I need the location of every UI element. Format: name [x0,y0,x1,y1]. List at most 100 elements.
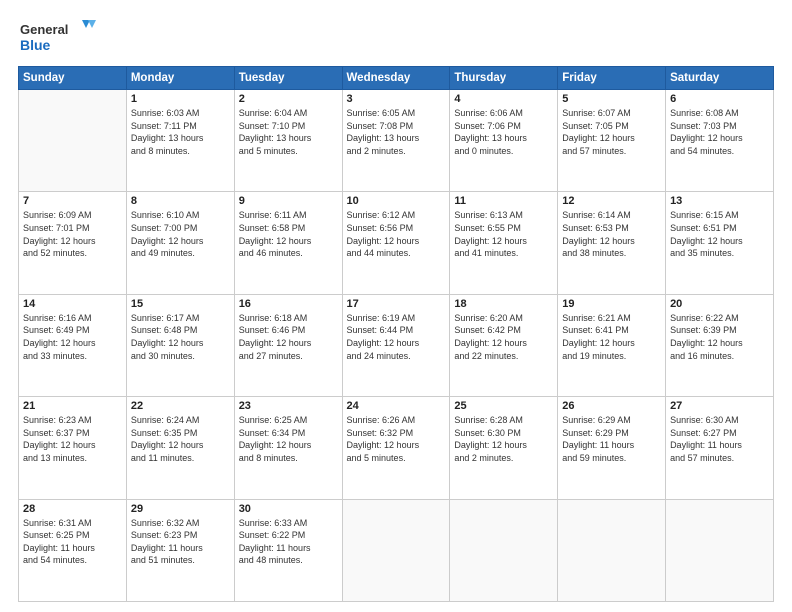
calendar-cell: 19 Sunrise: 6:21 AMSunset: 6:41 PMDayligh… [558,294,666,396]
day-number: 8 [131,195,230,207]
day-number: 6 [670,93,769,105]
day-info: Sunrise: 6:14 AMSunset: 6:53 PMDaylight:… [562,209,661,259]
day-number: 13 [670,195,769,207]
day-info: Sunrise: 6:32 AMSunset: 6:23 PMDaylight:… [131,517,230,567]
day-number: 1 [131,93,230,105]
calendar-cell [19,90,127,192]
day-info: Sunrise: 6:21 AMSunset: 6:41 PMDaylight:… [562,312,661,362]
week-row-3: 14 Sunrise: 6:16 AMSunset: 6:49 PMDayligh… [19,294,774,396]
calendar-cell: 6 Sunrise: 6:08 AMSunset: 7:03 PMDaylight… [666,90,774,192]
day-info: Sunrise: 6:19 AMSunset: 6:44 PMDaylight:… [347,312,446,362]
calendar-cell: 22Sunrise: 6:24 AMSunset: 6:35 PMDayligh… [126,397,234,499]
day-info: Sunrise: 6:06 AMSunset: 7:06 PMDaylight:… [454,107,553,157]
day-info: Sunrise: 6:03 AMSunset: 7:11 PMDaylight:… [131,107,230,157]
calendar-cell: 16 Sunrise: 6:18 AMSunset: 6:46 PMDayligh… [234,294,342,396]
day-info: Sunrise: 6:26 AMSunset: 6:32 PMDaylight:… [347,414,446,464]
day-number: 14 [23,298,122,310]
day-number: 26 [562,400,661,412]
calendar-cell [450,499,558,601]
day-info: Sunrise: 6:16 AMSunset: 6:49 PMDaylight:… [23,312,122,362]
calendar-cell: 12Sunrise: 6:14 AMSunset: 6:53 PMDayligh… [558,192,666,294]
calendar-cell: 26 Sunrise: 6:29 AMSunset: 6:29 PMDayligh… [558,397,666,499]
calendar-cell [666,499,774,601]
week-row-4: 21Sunrise: 6:23 AMSunset: 6:37 PMDayligh… [19,397,774,499]
col-header-monday: Monday [126,67,234,90]
day-number: 24 [347,400,446,412]
day-number: 11 [454,195,553,207]
calendar-cell: 27 Sunrise: 6:30 AMSunset: 6:27 PMDayligh… [666,397,774,499]
calendar-cell: 4 Sunrise: 6:06 AMSunset: 7:06 PMDaylight… [450,90,558,192]
day-number: 19 [562,298,661,310]
week-row-1: 1 Sunrise: 6:03 AMSunset: 7:11 PMDaylight… [19,90,774,192]
day-info: Sunrise: 6:23 AMSunset: 6:37 PMDaylight:… [23,414,122,464]
logo-svg: General Blue [18,18,98,58]
calendar-cell: 18 Sunrise: 6:20 AMSunset: 6:42 PMDayligh… [450,294,558,396]
day-number: 4 [454,93,553,105]
day-number: 3 [347,93,446,105]
col-header-wednesday: Wednesday [342,67,450,90]
day-number: 28 [23,503,122,515]
day-info: Sunrise: 6:20 AMSunset: 6:42 PMDaylight:… [454,312,553,362]
day-number: 10 [347,195,446,207]
page-header: General Blue [18,18,774,58]
day-info: Sunrise: 6:25 AMSunset: 6:34 PMDaylight:… [239,414,338,464]
day-info: Sunrise: 6:28 AMSunset: 6:30 PMDaylight:… [454,414,553,464]
week-row-2: 7Sunrise: 6:09 AMSunset: 7:01 PMDaylight… [19,192,774,294]
calendar-cell [342,499,450,601]
day-number: 9 [239,195,338,207]
day-number: 18 [454,298,553,310]
day-info: Sunrise: 6:22 AMSunset: 6:39 PMDaylight:… [670,312,769,362]
day-info: Sunrise: 6:08 AMSunset: 7:03 PMDaylight:… [670,107,769,157]
day-number: 16 [239,298,338,310]
day-info: Sunrise: 6:18 AMSunset: 6:46 PMDaylight:… [239,312,338,362]
col-header-tuesday: Tuesday [234,67,342,90]
day-info: Sunrise: 6:31 AMSunset: 6:25 PMDaylight:… [23,517,122,567]
calendar-cell: 30 Sunrise: 6:33 AMSunset: 6:22 PMDayligh… [234,499,342,601]
svg-text:Blue: Blue [20,37,51,53]
calendar-cell: 21Sunrise: 6:23 AMSunset: 6:37 PMDayligh… [19,397,127,499]
calendar-cell: 28 Sunrise: 6:31 AMSunset: 6:25 PMDayligh… [19,499,127,601]
day-info: Sunrise: 6:05 AMSunset: 7:08 PMDaylight:… [347,107,446,157]
calendar-cell: 20 Sunrise: 6:22 AMSunset: 6:39 PMDayligh… [666,294,774,396]
calendar-cell: 9 Sunrise: 6:11 AMSunset: 6:58 PMDaylight… [234,192,342,294]
calendar-cell: 13 Sunrise: 6:15 AMSunset: 6:51 PMDayligh… [666,192,774,294]
col-header-saturday: Saturday [666,67,774,90]
logo: General Blue [18,18,98,58]
week-row-5: 28 Sunrise: 6:31 AMSunset: 6:25 PMDayligh… [19,499,774,601]
calendar-cell: 3 Sunrise: 6:05 AMSunset: 7:08 PMDaylight… [342,90,450,192]
calendar-cell: 15Sunrise: 6:17 AMSunset: 6:48 PMDayligh… [126,294,234,396]
calendar-table: SundayMondayTuesdayWednesdayThursdayFrid… [18,66,774,602]
col-header-thursday: Thursday [450,67,558,90]
calendar-cell: 1 Sunrise: 6:03 AMSunset: 7:11 PMDaylight… [126,90,234,192]
day-number: 2 [239,93,338,105]
calendar-cell: 10 Sunrise: 6:12 AMSunset: 6:56 PMDayligh… [342,192,450,294]
day-number: 25 [454,400,553,412]
day-info: Sunrise: 6:15 AMSunset: 6:51 PMDaylight:… [670,209,769,259]
day-number: 30 [239,503,338,515]
calendar-cell: 2Sunrise: 6:04 AMSunset: 7:10 PMDaylight… [234,90,342,192]
calendar-cell: 5Sunrise: 6:07 AMSunset: 7:05 PMDaylight… [558,90,666,192]
day-number: 7 [23,195,122,207]
day-info: Sunrise: 6:12 AMSunset: 6:56 PMDaylight:… [347,209,446,259]
calendar-cell: 14 Sunrise: 6:16 AMSunset: 6:49 PMDayligh… [19,294,127,396]
day-number: 15 [131,298,230,310]
calendar-cell: 24 Sunrise: 6:26 AMSunset: 6:32 PMDayligh… [342,397,450,499]
day-info: Sunrise: 6:07 AMSunset: 7:05 PMDaylight:… [562,107,661,157]
calendar-header-row: SundayMondayTuesdayWednesdayThursdayFrid… [19,67,774,90]
calendar-cell: 25 Sunrise: 6:28 AMSunset: 6:30 PMDayligh… [450,397,558,499]
day-info: Sunrise: 6:10 AMSunset: 7:00 PMDaylight:… [131,209,230,259]
calendar-cell: 17Sunrise: 6:19 AMSunset: 6:44 PMDayligh… [342,294,450,396]
day-info: Sunrise: 6:11 AMSunset: 6:58 PMDaylight:… [239,209,338,259]
day-number: 23 [239,400,338,412]
day-number: 20 [670,298,769,310]
col-header-sunday: Sunday [19,67,127,90]
calendar-cell: 8 Sunrise: 6:10 AMSunset: 7:00 PMDaylight… [126,192,234,294]
day-info: Sunrise: 6:33 AMSunset: 6:22 PMDaylight:… [239,517,338,567]
day-info: Sunrise: 6:30 AMSunset: 6:27 PMDaylight:… [670,414,769,464]
day-number: 29 [131,503,230,515]
day-info: Sunrise: 6:24 AMSunset: 6:35 PMDaylight:… [131,414,230,464]
svg-text:General: General [20,22,68,37]
day-info: Sunrise: 6:29 AMSunset: 6:29 PMDaylight:… [562,414,661,464]
calendar-cell: 23 Sunrise: 6:25 AMSunset: 6:34 PMDayligh… [234,397,342,499]
day-number: 27 [670,400,769,412]
